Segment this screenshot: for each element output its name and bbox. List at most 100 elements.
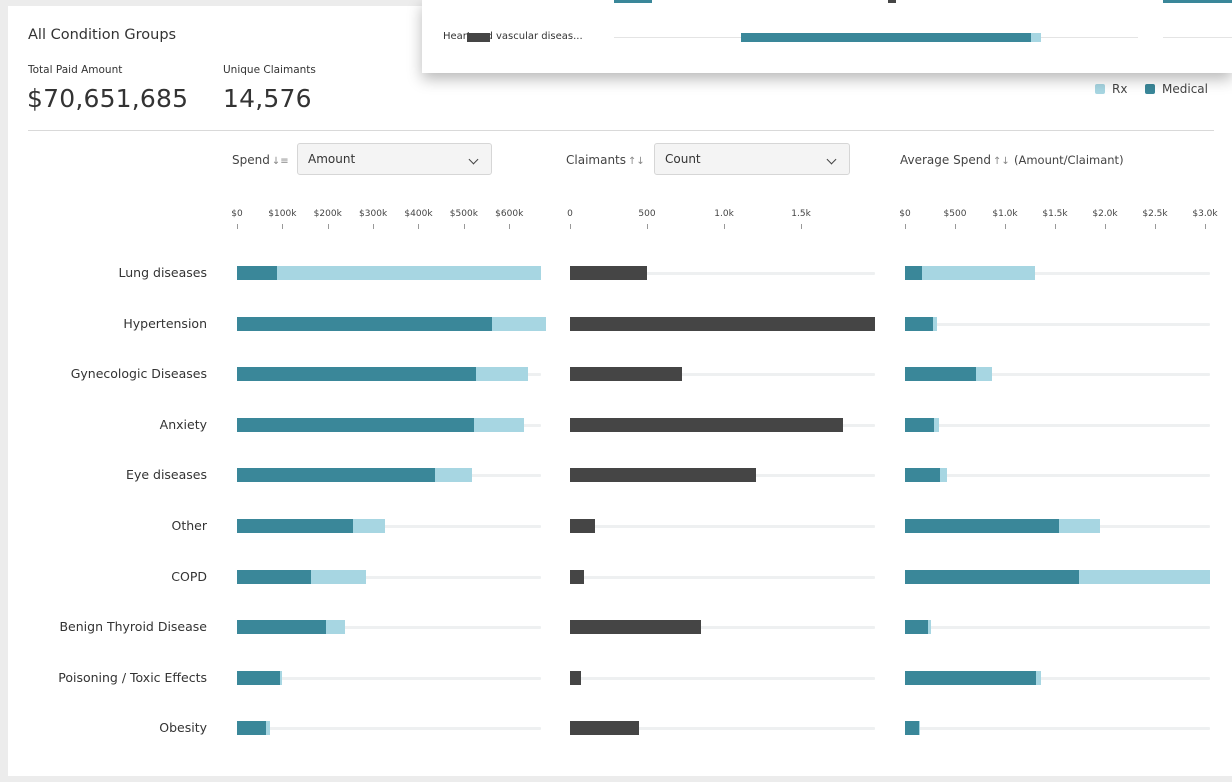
axis-tick-mark bbox=[1005, 224, 1006, 229]
bar-spend-medical[interactable] bbox=[237, 367, 477, 382]
bar-spend-medical[interactable] bbox=[237, 316, 492, 331]
spend-metric-dropdown[interactable]: Amount bbox=[297, 143, 492, 175]
bar-avg-rx[interactable] bbox=[922, 266, 1035, 280]
axis-tick-mark bbox=[647, 224, 649, 229]
bar-spend-rx[interactable] bbox=[266, 721, 271, 736]
bar-spend-medical[interactable] bbox=[237, 620, 327, 635]
bar-avg-rx[interactable] bbox=[940, 468, 947, 483]
bar-claimants-count[interactable] bbox=[570, 519, 595, 533]
spend-label: Spend bbox=[232, 153, 270, 167]
bar-claimants-count[interactable] bbox=[570, 670, 581, 685]
row-label: Hypertension bbox=[123, 315, 207, 331]
sort-icon[interactable]: ↑↓ bbox=[628, 156, 645, 167]
bar-avg-rx[interactable] bbox=[1059, 519, 1100, 533]
avg-sort-control[interactable]: Average Spend ↑↓ bbox=[900, 153, 1010, 167]
legend-swatch-medical bbox=[1145, 84, 1155, 94]
bar-track bbox=[905, 322, 1210, 326]
bar-claimants-count[interactable] bbox=[570, 316, 875, 331]
row-label: Other bbox=[171, 518, 208, 533]
bar-claimants-count[interactable] bbox=[570, 620, 701, 635]
sort-icon[interactable]: ↑↓ bbox=[993, 156, 1010, 167]
axis-tick-label: $2.5k bbox=[1142, 209, 1168, 219]
overlay-bar-claimants[interactable] bbox=[467, 33, 491, 42]
bar-spend-rx[interactable] bbox=[491, 316, 546, 331]
bar-claimants-count[interactable] bbox=[570, 417, 843, 432]
avg-note: (Amount/Claimant) bbox=[1014, 153, 1124, 167]
bar-spend-rx[interactable] bbox=[310, 569, 366, 584]
page-title: All Condition Groups bbox=[28, 27, 177, 43]
bar-avg-medical[interactable] bbox=[905, 417, 934, 432]
axis-tick-label: 500 bbox=[638, 209, 656, 219]
axis-tick-mark bbox=[373, 224, 375, 229]
legend-swatch-rx bbox=[1095, 84, 1105, 94]
row-label: Lung diseases bbox=[118, 265, 207, 280]
bar-spend-rx[interactable] bbox=[280, 670, 283, 685]
bar-claimants-count[interactable] bbox=[570, 468, 757, 483]
overlay-card: Heart and vascular diseas... bbox=[422, 0, 1232, 73]
sort-desc-icon[interactable]: ↓≡ bbox=[272, 156, 289, 167]
claimants-sort-control[interactable]: Claimants ↑↓ bbox=[566, 153, 645, 167]
bar-claimants-count[interactable] bbox=[570, 367, 683, 382]
bar-spend-medical[interactable] bbox=[237, 417, 474, 432]
axis-tick-mark bbox=[327, 224, 329, 229]
bar-claimants-count[interactable] bbox=[570, 721, 640, 736]
legend-item-medical[interactable]: Medical bbox=[1145, 82, 1208, 96]
bar-avg-medical[interactable] bbox=[905, 569, 1079, 584]
bar-spend-medical[interactable] bbox=[237, 721, 267, 736]
kpi-total-paid-label: Total Paid Amount bbox=[28, 64, 123, 76]
bar-spend-medical[interactable] bbox=[237, 468, 435, 483]
bar-spend-rx[interactable] bbox=[276, 266, 541, 280]
bar-spend-rx[interactable] bbox=[352, 519, 385, 533]
row-label: Gynecologic Diseases bbox=[70, 366, 207, 382]
axis-tick-mark bbox=[463, 224, 465, 229]
bar-spend-medical[interactable] bbox=[237, 569, 311, 584]
bar-spend-rx[interactable] bbox=[434, 468, 473, 483]
bar-claimants-count[interactable] bbox=[570, 569, 584, 584]
axis-tick-label: $0 bbox=[231, 209, 243, 219]
row-label: Benign Thyroid Disease bbox=[59, 619, 207, 635]
bar-spend-medical[interactable] bbox=[237, 266, 277, 280]
bar-spend-rx[interactable] bbox=[326, 620, 345, 635]
bar-avg-medical[interactable] bbox=[905, 468, 940, 483]
claimants-metric-dropdown[interactable]: Count bbox=[654, 143, 850, 175]
bar-avg-medical[interactable] bbox=[905, 367, 976, 382]
bar-avg-rx[interactable] bbox=[933, 316, 937, 331]
kpi-unique-claimants-value: 14,576 bbox=[223, 84, 312, 113]
spend-sort-control[interactable]: Spend ↓≡ bbox=[232, 153, 289, 167]
dashboard-panel bbox=[8, 6, 1232, 776]
bar-avg-rx[interactable] bbox=[928, 620, 931, 635]
header-divider bbox=[28, 130, 1214, 131]
legend-item-rx[interactable]: Rx bbox=[1095, 82, 1127, 96]
bar-avg-medical[interactable] bbox=[905, 721, 919, 736]
bar-avg-rx[interactable] bbox=[1036, 670, 1041, 685]
bar-avg-medical[interactable] bbox=[905, 670, 1036, 685]
bar-avg-medical[interactable] bbox=[905, 316, 933, 331]
axis-tick-mark bbox=[955, 224, 956, 229]
claimants-dropdown-value: Count bbox=[665, 152, 701, 166]
bar-avg-medical[interactable] bbox=[905, 620, 928, 635]
overlay-bar-avg-rx[interactable] bbox=[1031, 33, 1041, 42]
overlay-bar-avg-medical[interactable] bbox=[741, 33, 1031, 42]
bar-spend-rx[interactable] bbox=[473, 417, 525, 432]
bar-avg-medical[interactable] bbox=[905, 519, 1059, 533]
axis-tick-mark bbox=[509, 224, 511, 229]
bar-track bbox=[905, 626, 1210, 630]
axis-tick-label: $1.5k bbox=[1042, 209, 1068, 219]
bar-claimants-count[interactable] bbox=[570, 266, 648, 280]
axis-tick-label: $500k bbox=[449, 209, 478, 219]
bar-spend-medical[interactable] bbox=[237, 519, 353, 533]
bar-avg-rx[interactable] bbox=[976, 367, 992, 382]
bar-avg-rx[interactable] bbox=[919, 721, 920, 736]
bar-track bbox=[570, 525, 875, 528]
bar-avg-rx[interactable] bbox=[1079, 569, 1210, 584]
bar-track bbox=[905, 474, 1210, 478]
kpi-unique-claimants-label: Unique Claimants bbox=[223, 64, 316, 76]
axis-tick-mark bbox=[282, 224, 284, 229]
axis-tick-label: 0 bbox=[567, 209, 573, 219]
bar-spend-rx[interactable] bbox=[476, 367, 529, 382]
bar-avg-medical[interactable] bbox=[905, 266, 922, 280]
bar-avg-rx[interactable] bbox=[934, 417, 939, 432]
overlay-row-label: Heart and vascular diseas... bbox=[443, 31, 583, 42]
row-label: Poisoning / Toxic Effects bbox=[58, 669, 207, 685]
bar-spend-medical[interactable] bbox=[237, 670, 281, 685]
